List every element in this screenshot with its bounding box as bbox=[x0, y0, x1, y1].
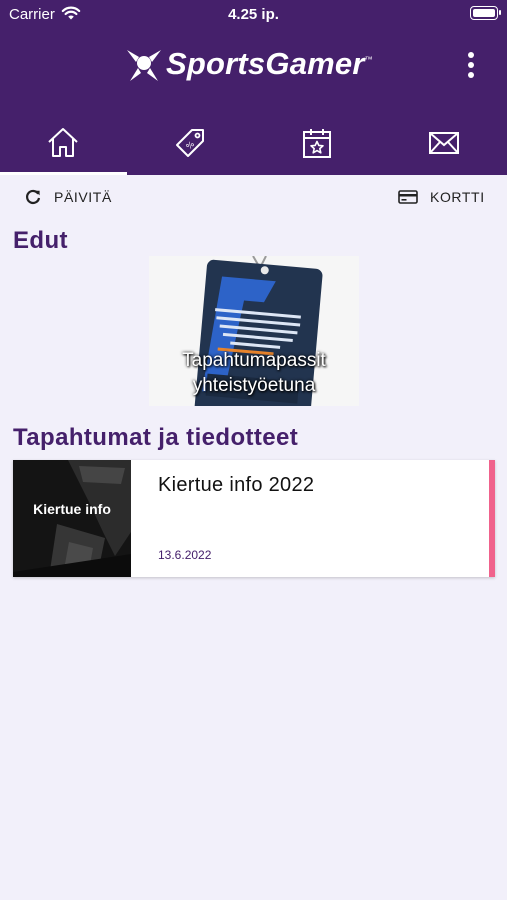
news-thumbnail: Kiertue info bbox=[13, 460, 131, 577]
tab-messages[interactable] bbox=[380, 118, 507, 175]
refresh-button[interactable]: PÄIVITÄ bbox=[24, 187, 112, 207]
benefit-caption-line: Tapahtumapassit bbox=[182, 350, 326, 371]
news-section-title: Tapahtumat ja tiedotteet bbox=[13, 424, 299, 451]
card-button[interactable]: KORTTI bbox=[398, 187, 485, 207]
whistle-image bbox=[13, 460, 131, 577]
refresh-label: PÄIVITÄ bbox=[54, 189, 112, 205]
benefit-card[interactable]: Tapahtumapassit yhteistyöetuna bbox=[149, 256, 359, 406]
logo-wordmark: SportsGamer bbox=[166, 46, 365, 81]
app-logo: SportsGamer ™ bbox=[124, 43, 373, 85]
news-date: 13.6.2022 bbox=[158, 548, 212, 562]
top-header: Carrier 4.25 ip. SportsGamer ™ % bbox=[0, 0, 507, 175]
benefit-caption: Tapahtumapassit yhteistyöetuna bbox=[149, 348, 359, 398]
tab-events[interactable] bbox=[254, 118, 381, 175]
tag-icon: % bbox=[176, 129, 205, 157]
credit-card-icon bbox=[398, 190, 418, 204]
news-thumbnail-label: Kiertue info bbox=[33, 501, 111, 517]
tab-bar: % bbox=[0, 118, 507, 175]
home-icon bbox=[48, 128, 79, 157]
calendar-star-icon bbox=[302, 129, 331, 158]
tab-offers[interactable]: % bbox=[127, 118, 254, 175]
news-accent-bar bbox=[489, 460, 495, 577]
refresh-icon bbox=[26, 189, 41, 205]
more-vertical-icon[interactable] bbox=[460, 50, 482, 80]
clock-label: 4.25 ip. bbox=[228, 6, 279, 23]
benefits-section-title: Edut bbox=[13, 227, 68, 254]
logo-mark-icon bbox=[127, 50, 161, 81]
benefit-caption-line: yhteistyöetuna bbox=[192, 375, 316, 396]
card-label: KORTTI bbox=[430, 189, 485, 205]
action-bar: PÄIVITÄ KORTTI bbox=[0, 175, 507, 217]
news-title: Kiertue info 2022 bbox=[158, 474, 315, 496]
logo-trademark: ™ bbox=[364, 55, 373, 64]
status-bar: Carrier 4.25 ip. bbox=[0, 0, 507, 28]
battery-icon bbox=[470, 6, 501, 20]
mail-icon bbox=[428, 132, 459, 154]
tab-home[interactable] bbox=[0, 118, 127, 175]
news-card[interactable]: Kiertue info Kiertue info 2022 13.6.2022 bbox=[13, 460, 495, 577]
